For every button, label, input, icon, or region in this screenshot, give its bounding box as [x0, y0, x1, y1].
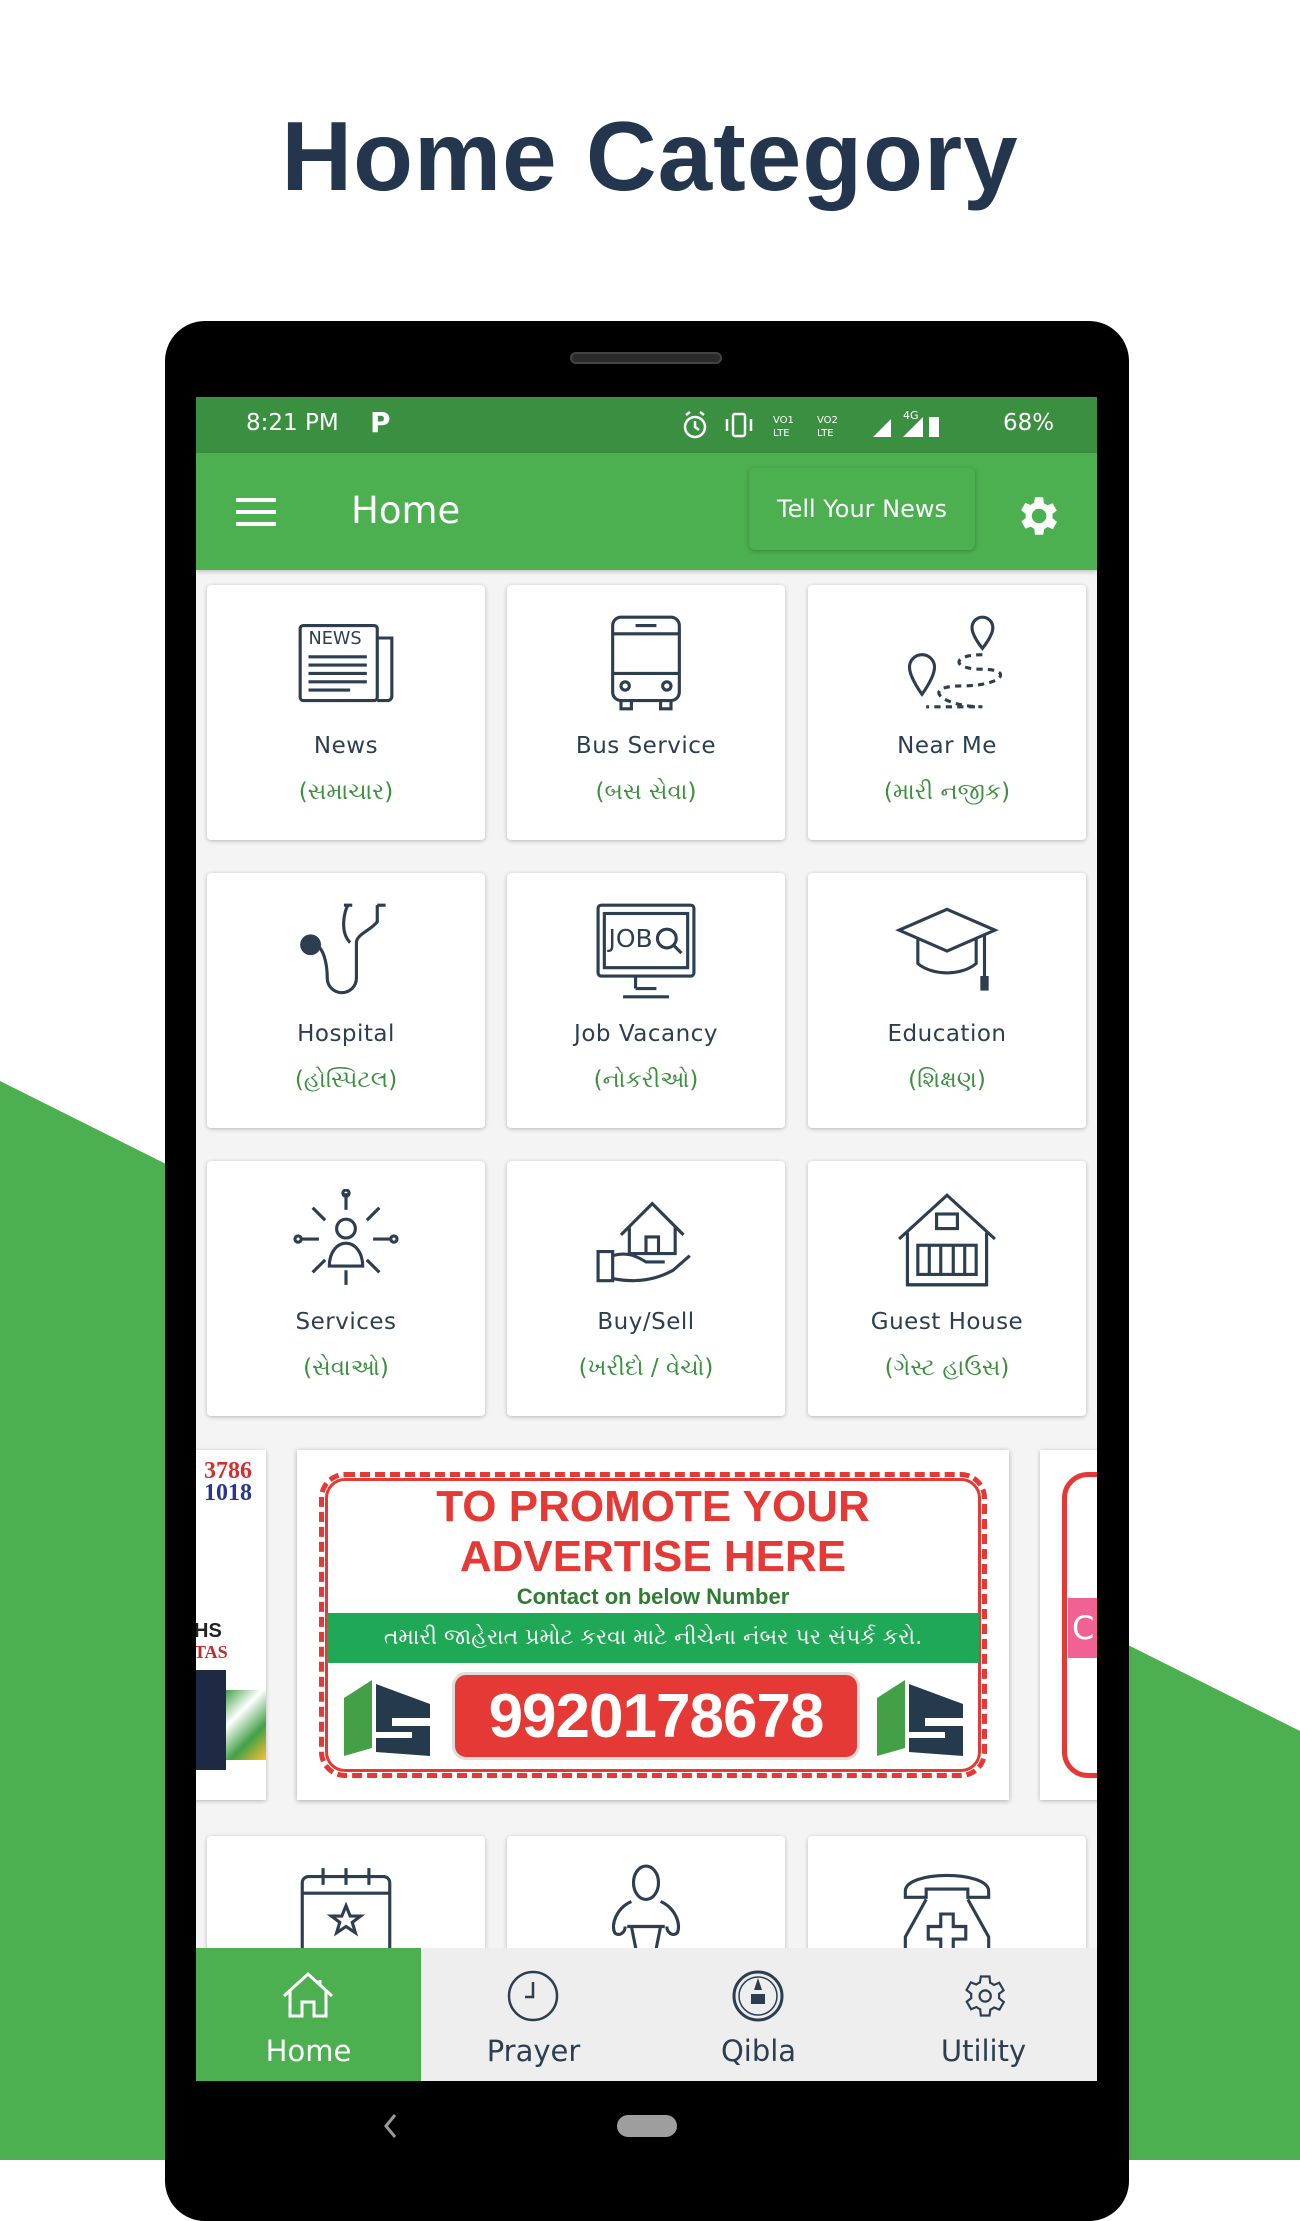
ad-contact-line: Contact on below Number: [516, 1584, 790, 1609]
nav-home[interactable]: Home: [196, 1948, 421, 2081]
gear-icon[interactable]: [1012, 491, 1062, 541]
category-local-label: (સેવાઓ): [303, 1355, 389, 1381]
ad-right-text: C: [1068, 1598, 1097, 1658]
system-nav-bar: [196, 2081, 1097, 2160]
stethoscope-icon: [300, 903, 386, 995]
phone-speaker: [570, 352, 722, 364]
category-label: Hospital: [297, 1021, 395, 1047]
category-card-near-me[interactable]: Near Me (મારી નજીક): [808, 585, 1086, 840]
house-hand-icon: [596, 1201, 691, 1283]
back-chevron-icon[interactable]: [382, 2113, 398, 2139]
home-icon: [282, 1971, 334, 2018]
category-card-job-vacancy[interactable]: JOB Job Vacancy (નોકરીઓ): [507, 873, 785, 1128]
decor-image: [226, 1690, 266, 1760]
category-card-services[interactable]: Services (સેવાઓ): [207, 1161, 485, 1416]
category-local-label: (શિક્ષણ): [908, 1067, 986, 1093]
nav-label: Home: [265, 2034, 352, 2068]
network-4g: 4G: [903, 409, 919, 422]
svg-text:VO2: VO2: [817, 415, 838, 426]
volte-icon: VO1 LTE VO2 LTE: [773, 415, 838, 439]
ad-left-text: 1018: [204, 1480, 252, 1506]
ms-logo-right: [877, 1680, 963, 1756]
bottom-nav: Home Prayer Qibla Utility: [196, 1948, 1097, 2081]
newspaper-icon: NEWS: [298, 623, 394, 703]
route-pin-icon: [907, 615, 1002, 709]
menu-icon[interactable]: [234, 497, 278, 527]
nav-prayer[interactable]: Prayer: [421, 1948, 646, 2081]
svg-text:LTE: LTE: [773, 428, 790, 439]
ad-left-text: TAS: [196, 1642, 228, 1662]
category-card-buy-sell[interactable]: Buy/Sell (ખરીદો / વેચો): [507, 1161, 785, 1416]
svg-text:LTE: LTE: [817, 428, 834, 439]
p-icon: P: [370, 406, 391, 439]
tell-your-news-button[interactable]: Tell Your News: [749, 468, 975, 550]
bus-icon: [611, 615, 681, 711]
ad-left-partial[interactable]: 3786 1018 HS TAS: [196, 1450, 266, 1800]
ad-carousel[interactable]: 3786 1018 HS TAS TO PROMOTE YOUR ADVERTI…: [196, 1450, 1097, 1802]
status-time: 8:21 PM: [246, 410, 339, 436]
guest-house-icon: [898, 1193, 996, 1287]
category-card-guest-house[interactable]: Guest House (ગેસ્ટ હાઉસ): [808, 1161, 1086, 1416]
gear-outline-icon: [965, 1975, 1006, 2017]
category-label: Education: [887, 1021, 1007, 1047]
category-label: Bus Service: [575, 733, 717, 759]
battery-percent: 68%: [1003, 410, 1055, 436]
app-title: Home: [351, 489, 461, 532]
category-local-label: (સમાચાર): [298, 779, 394, 805]
category-local-label: (હોસ્પિટલ): [294, 1067, 398, 1093]
ms-logo-left: [344, 1680, 430, 1756]
home-pill[interactable]: [617, 2115, 677, 2137]
job-monitor-icon: JOB: [596, 903, 696, 999]
ad-right-partial[interactable]: C: [1040, 1450, 1097, 1800]
svg-text:JOB: JOB: [607, 924, 653, 953]
clock-icon: [507, 1970, 559, 2022]
category-label: News: [313, 733, 379, 759]
category-label: Buy/Sell: [597, 1309, 695, 1335]
category-card-bus-service[interactable]: Bus Service (બસ સેવા): [507, 585, 785, 840]
ad-gujarati-line: તમારી જાહેરાત પ્રમોટ કરવા માટે નીચેના નં…: [327, 1613, 979, 1663]
svg-text:VO1: VO1: [773, 415, 794, 426]
app-screen: 8:21 PM P VO1 LTE VO2 LTE 4G 68% Home Tell …: [196, 397, 1097, 2081]
category-label: Services: [295, 1309, 397, 1335]
nav-label: Prayer: [486, 2034, 581, 2068]
category-local-label: (બસ સેવા): [595, 779, 697, 805]
category-local-label: (ખરીદો / વેચો): [578, 1355, 714, 1381]
promo-title: Home Category: [281, 101, 1019, 211]
nav-label: Utility: [940, 2034, 1027, 2068]
alarm-icon: [683, 411, 707, 439]
status-icons: VO1 LTE VO2 LTE 4G: [683, 409, 939, 439]
ad-headline-1: TO PROMOTE YOUR: [436, 1482, 870, 1531]
category-card-news[interactable]: NEWS News (સમાચાર): [207, 585, 485, 840]
ad-headline-2: ADVERTISE HERE: [459, 1532, 847, 1581]
category-card-education[interactable]: Education (શિક્ષણ): [808, 873, 1086, 1128]
services-network-icon: [293, 1189, 399, 1285]
signal-icon: [873, 419, 891, 437]
ad-phone-number[interactable]: 9920178678: [452, 1672, 860, 1760]
vibrate-icon: [725, 412, 753, 438]
status-bar: 8:21 PM P VO1 LTE VO2 LTE 4G 68%: [196, 397, 1097, 453]
graduation-cap-icon: [895, 907, 999, 991]
compass-icon: [732, 1970, 784, 2022]
ad-banner-main[interactable]: TO PROMOTE YOUR ADVERTISE HERE Contact o…: [297, 1450, 1009, 1800]
category-local-label: (ગેસ્ટ હાઉસ): [884, 1355, 1010, 1381]
nav-qibla[interactable]: Qibla: [646, 1948, 871, 2081]
category-label: Near Me: [897, 733, 997, 759]
category-label: Guest House: [870, 1309, 1024, 1335]
battery-icon: [929, 417, 939, 437]
category-card-hospital[interactable]: Hospital (હોસ્પિટલ): [207, 873, 485, 1128]
svg-text:NEWS: NEWS: [309, 629, 362, 649]
nav-label: Qibla: [720, 2034, 797, 2068]
app-bar: Home Tell Your News: [196, 453, 1097, 570]
category-label: Job Vacancy: [574, 1021, 718, 1047]
category-local-label: (નોકરીઓ): [593, 1067, 699, 1093]
ad-left-text: HS: [196, 1620, 222, 1642]
suit-image: [196, 1670, 226, 1770]
nav-utility[interactable]: Utility: [871, 1948, 1096, 2081]
category-local-label: (મારી નજીક): [883, 779, 1011, 805]
